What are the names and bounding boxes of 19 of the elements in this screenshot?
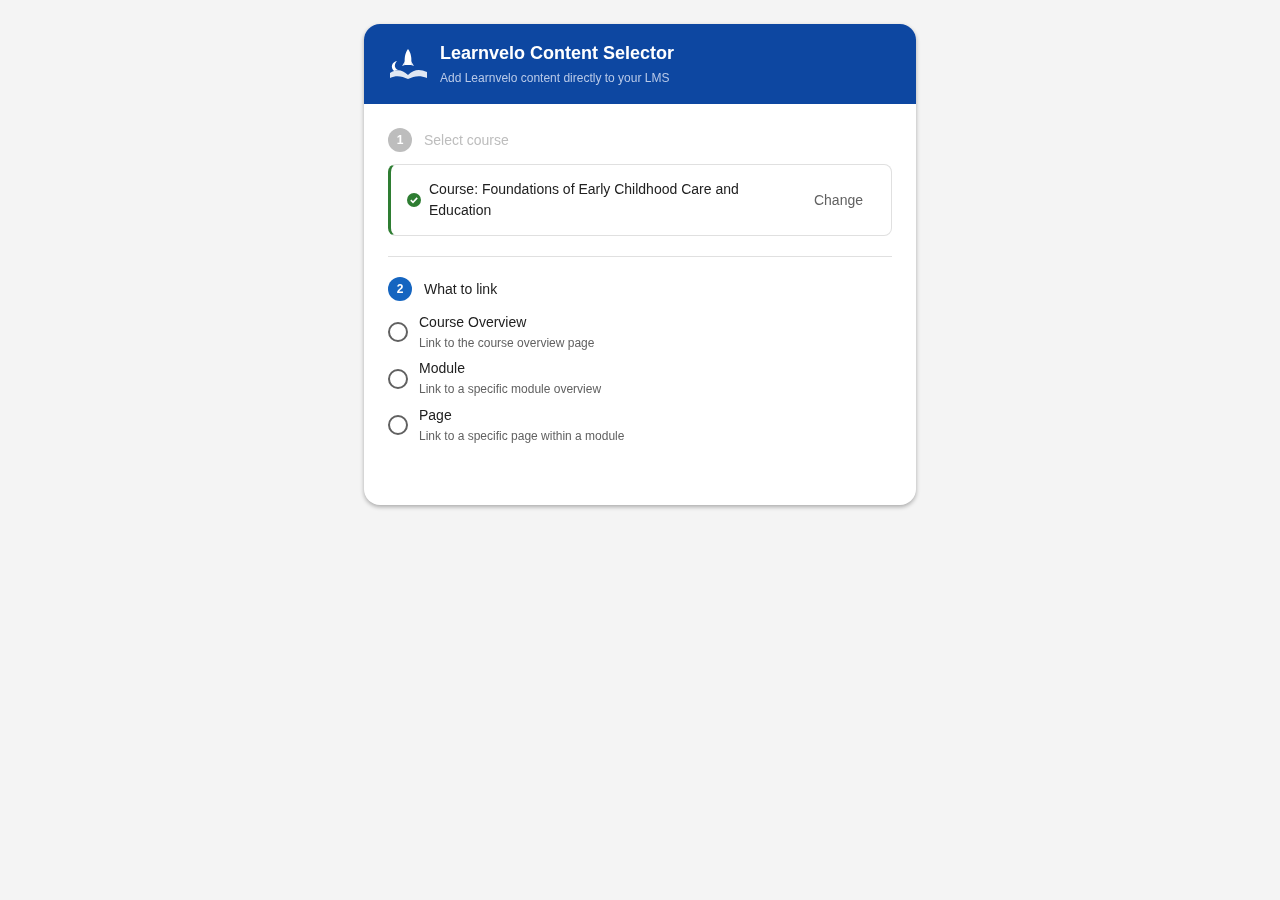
radio-button[interactable] [388, 322, 408, 343]
option-description: Link to a specific page within a module [419, 428, 625, 444]
option-description: Link to a specific module overview [419, 382, 602, 398]
option-label: Module [419, 360, 466, 378]
change-button[interactable]: Change [801, 185, 875, 215]
selected-course-text: Course: Foundations of Early Childhood Care and Education [429, 180, 740, 220]
radio-button[interactable] [388, 415, 408, 436]
option-label: Course Overview [419, 313, 528, 331]
app-title: Learnvelo Content Selector [440, 42, 675, 65]
step-title: Select course [424, 130, 509, 150]
check-circle-icon [407, 193, 421, 207]
step-title: What to link [424, 279, 498, 299]
radio-button[interactable] [388, 368, 408, 389]
app-subtitle: Add Learnvelo content directly to your LMS [440, 70, 671, 87]
option-description: Link to the course overview page [419, 335, 595, 351]
step-number: 2 [388, 277, 412, 301]
option-label: Page [419, 406, 453, 424]
rocket-book-icon [388, 47, 428, 81]
step-number: 1 [388, 128, 412, 152]
